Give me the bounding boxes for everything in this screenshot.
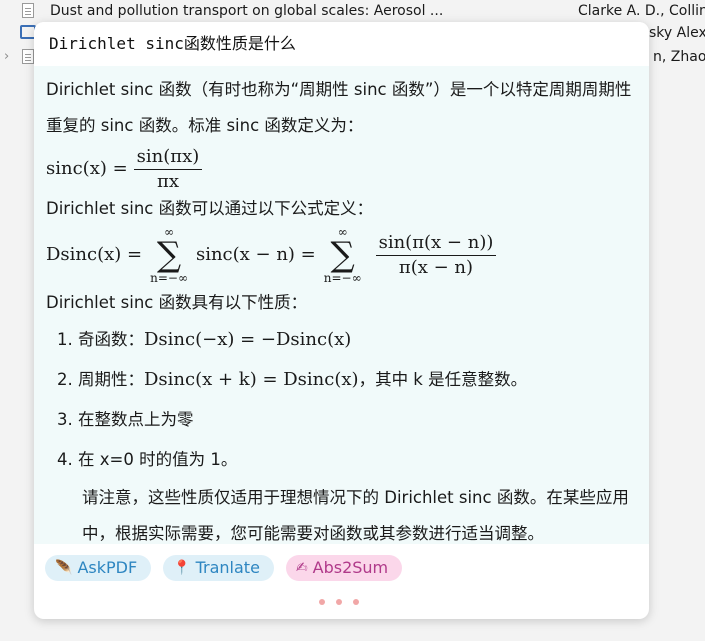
chevron-right-icon[interactable]: › (4, 46, 9, 68)
property-math: Dsinc(−x) = −Dsinc(x) (144, 329, 352, 350)
document-icon (22, 49, 34, 64)
equation-lhs: Dsinc(x) = (46, 244, 143, 265)
item-creator: n, Zhao (653, 49, 705, 65)
popup-question: Dirichlet sinc函数性质是什么 (34, 22, 649, 66)
feather-icon: 🪶 (55, 560, 73, 576)
denominator: π(x − n) (398, 256, 474, 278)
translate-button[interactable]: 📍 Tranlate (163, 555, 274, 581)
pin-icon: 📍 (173, 560, 191, 576)
equation-lhs: sinc(x) = (46, 158, 128, 179)
item-creator: Clarke A. D., Collin (578, 3, 705, 19)
fraction: sin(πx) πx (133, 145, 203, 194)
numerator: sin(πx) (133, 145, 203, 170)
list-item: 在 x=0 时的值为 1。 (78, 440, 637, 480)
writing-hand-icon: ✍ (295, 560, 308, 576)
answer-panel: Dirichlet sinc 函数（有时也称为“周期性 sinc 函数”）是一个… (34, 66, 649, 544)
list-item[interactable]: Dust and pollution transport on global s… (0, 0, 705, 22)
list-item: 在整数点上为零 (78, 400, 637, 440)
button-label: Abs2Sum (312, 558, 389, 577)
equation-dsinc: Dsinc(x) = ∞ ∑ n=−∞ sinc(x − n) = ∞ ∑ n=… (46, 224, 637, 286)
sum-lower: n=−∞ (150, 271, 188, 285)
dot (353, 599, 359, 605)
summation-symbol: ∞ ∑ n=−∞ (150, 226, 188, 284)
askpdf-button[interactable]: 🪶 AskPDF (45, 555, 152, 581)
dot (336, 599, 342, 605)
button-label: AskPDF (77, 558, 138, 577)
numerator: sin(π(x − n)) (375, 231, 497, 256)
askpdf-popup: Dirichlet sinc函数性质是什么 Dirichlet sinc 函数（… (34, 22, 649, 619)
answer-note: 请注意，这些性质仅适用于理想情况下的 Dirichlet sinc 函数。在某些… (82, 488, 629, 543)
summation-symbol: ∞ ∑ n=−∞ (324, 226, 362, 284)
properties-intro: Dirichlet sinc 函数具有以下性质： (46, 293, 308, 312)
equation-sinc: sinc(x) = sin(πx) πx (46, 144, 637, 194)
answer-intro: Dirichlet sinc 函数（有时也称为“周期性 sinc 函数”）是一个… (46, 80, 632, 135)
property-label: 周期性： (78, 370, 144, 389)
properties-list: 奇函数：Dsinc(−x) = −Dsinc(x) 周期性：Dsinc(x + … (46, 320, 637, 480)
denominator: πx (156, 170, 179, 192)
property-math: Dsinc(x + k) = Dsinc(x) (144, 369, 359, 390)
list-item: 奇函数：Dsinc(−x) = −Dsinc(x) (78, 320, 637, 360)
item-title: Dust and pollution transport on global s… (50, 3, 444, 19)
sigma: ∑ (330, 235, 355, 275)
property-tail: ，其中 k 是任意整数。 (358, 370, 528, 389)
dot (319, 599, 325, 605)
property-label: 在整数点上为零 (78, 410, 194, 429)
abs2sum-button[interactable]: ✍ Abs2Sum (285, 555, 403, 581)
answer-definition-text: Dirichlet sinc 函数可以通过以下公式定义： (46, 199, 374, 218)
equation-middle: sinc(x − n) = (195, 244, 316, 265)
property-label: 在 x=0 时的值为 1。 (78, 450, 238, 469)
property-label: 奇函数： (78, 330, 144, 349)
action-bar: 🪶 AskPDF 📍 Tranlate ✍ Abs2Sum (45, 555, 403, 581)
item-creator: sky Alex (649, 25, 705, 41)
sum-lower: n=−∞ (323, 271, 362, 285)
sigma: ∑ (156, 235, 182, 275)
list-item: 周期性：Dsinc(x + k) = Dsinc(x)，其中 k 是任意整数。 (78, 360, 637, 400)
loading-dots (319, 599, 359, 605)
button-label: Tranlate (195, 558, 260, 577)
fraction: sin(π(x − n)) π(x − n) (375, 231, 497, 280)
document-icon (22, 3, 34, 18)
